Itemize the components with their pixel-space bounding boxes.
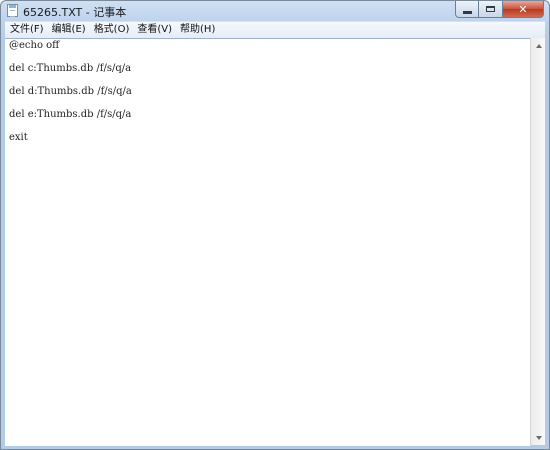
text-editor[interactable]: @echo off del c:Thumbs.db /f/s/q/a del d… xyxy=(5,38,530,446)
vertical-scrollbar[interactable] xyxy=(530,38,545,445)
text-line: del d:Thumbs.db /f/s/q/a xyxy=(9,86,132,97)
text-line: exit xyxy=(9,132,28,143)
document-text: @echo off del c:Thumbs.db /f/s/q/a del d… xyxy=(9,40,132,155)
notepad-icon[interactable] xyxy=(7,4,18,17)
scroll-up-button[interactable] xyxy=(531,38,546,53)
caption-buttons: ✕ xyxy=(455,1,544,18)
close-button[interactable]: ✕ xyxy=(503,1,544,18)
menu-help[interactable]: 帮助(H) xyxy=(177,22,218,38)
text-line: del c:Thumbs.db /f/s/q/a xyxy=(9,63,132,74)
text-line: del e:Thumbs.db /f/s/q/a xyxy=(9,109,132,120)
window-title: 65265.TXT - 记事本 xyxy=(23,6,127,19)
minimize-icon xyxy=(462,10,472,14)
menu-format[interactable]: 格式(O) xyxy=(91,22,133,38)
menu-view[interactable]: 查看(V) xyxy=(134,22,175,38)
maximize-icon xyxy=(486,6,495,12)
minimize-button[interactable] xyxy=(455,1,479,18)
menu-edit[interactable]: 编辑(E) xyxy=(49,22,89,38)
close-icon: ✕ xyxy=(518,2,528,16)
arrow-up-icon xyxy=(535,43,542,48)
title-bar[interactable]: 65265.TXT - 记事本 ✕ xyxy=(1,1,549,21)
menu-bar: 文件(F) 编辑(E) 格式(O) 查看(V) 帮助(H) xyxy=(5,21,545,38)
arrow-down-icon xyxy=(535,435,542,440)
text-line: @echo off xyxy=(9,40,60,51)
notepad-window: 65265.TXT - 记事本 ✕ 文件(F) 编辑(E) 格式(O) 查看(V… xyxy=(0,0,550,450)
menu-file[interactable]: 文件(F) xyxy=(7,22,47,38)
scroll-down-button[interactable] xyxy=(531,430,546,445)
maximize-button[interactable] xyxy=(479,1,503,18)
